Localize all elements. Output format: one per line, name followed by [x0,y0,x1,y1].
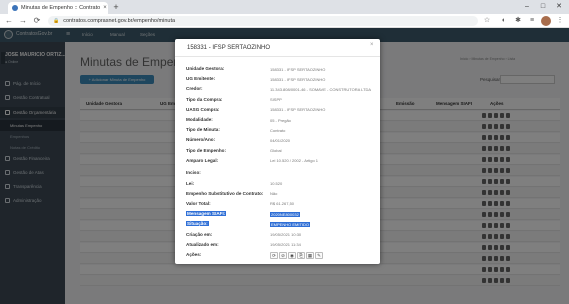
tab-close-icon[interactable]: × [103,5,107,11]
field-label: UASG Compra: [186,106,220,112]
bookmark-star-icon[interactable]: ☆ [482,16,492,26]
field-value-text: EMPENHO EMITIDO [270,221,311,227]
field-label: Inciso: [186,170,201,176]
field-value: 2020NE800032 [270,211,300,217]
field-value: 10.520 [270,181,282,186]
field-value-text: Global [270,148,282,154]
field-value: R$ 61.267,50 [270,201,294,206]
forward-icon[interactable]: → [18,16,28,26]
field-value: 19/05/2021 10:30 [270,232,301,237]
field-value-text: 158331 - IFSP SERTAOZINHO [270,107,326,113]
field-label: Lei: [186,180,195,186]
field-value: 11.343.808/0001-46 - SOMAVE - CONSTRUTOR… [270,87,371,92]
favicon-icon [12,5,18,11]
modal-action-button[interactable]: ⊘ [279,251,287,259]
field-label: UG Emitente: [186,76,216,82]
field-label: Credor: [186,86,203,92]
field-value-text: 19/05/2021 11:34 [270,242,301,248]
field-value: 158331 - IFSP SERTAOZINHO [270,67,325,72]
field-value: 158331 - IFSP SERTAOZINHO [270,77,325,82]
close-window-button[interactable]: ✕ [553,2,565,12]
url-text: contratos.comprasnet.gov.br/empenho/minu… [63,18,176,24]
tab-title: Minutas de Empenho :: Contrato [21,5,101,11]
modal-divider [175,56,380,57]
field-value-text: SISPP [270,97,282,103]
field-value-text: 158331 - IFSP SERTAOZINHO [270,76,326,82]
field-label: Criação em: [186,231,213,237]
field-value-text: 2020NE800032 [270,211,300,217]
field-value: 04/01/2020 [270,138,290,143]
modal-actions: ⟳ ⊘ ◉ ⎘ ▦ ✎ [270,251,323,259]
field-label: Unidade Gestora: [186,66,225,71]
field-label: Situação: [186,221,209,227]
field-value-text: 19/05/2021 10:30 [270,232,302,237]
field-label: Mensagem SIAFI: [186,211,227,217]
browser-tab[interactable]: Minutas de Empenho :: Contrato × [8,2,108,14]
extension-icon[interactable]: ◐ [499,16,509,26]
new-tab-button[interactable]: + [111,2,121,12]
lock-icon: 🔒 [53,18,60,24]
modal-action-button[interactable]: ✎ [315,251,323,259]
field-value: 05 - Pregão [270,118,291,123]
back-icon[interactable]: ← [4,16,14,26]
field-value: EMPENHO EMITIDO [270,221,311,227]
modal-title: 158331 - IFSP SERTAOZINHO [187,45,271,51]
field-value-text: 04/01/2020 [270,137,291,143]
field-label: Ações: [186,251,202,257]
modal-action-button[interactable]: ⟳ [270,251,278,259]
field-value-text: Contrato [270,127,286,133]
field-value: Lei 10.520 / 2002 - Artigo 1 [270,158,318,163]
field-label: Modalidade: [186,117,213,122]
modal-action-button[interactable]: ▦ [306,251,314,259]
address-bar[interactable]: 🔒 contratos.comprasnet.gov.br/empenho/mi… [48,16,478,26]
extensions-puzzle-icon[interactable]: ✱ [513,16,523,26]
field-label: Valor Total: [186,200,211,206]
field-label: Tipo da Compra: [186,96,223,102]
modal-action-button[interactable]: ◉ [288,251,296,259]
field-label: Tipo de Empenho: [186,147,226,153]
modal-action-button[interactable]: ⎘ [297,251,305,259]
field-value-text: Lei 10.520 / 2002 - Artigo 1 [270,158,319,164]
field-value: 19/05/2021 11:34 [270,242,301,247]
field-value: Contrato [270,128,285,133]
minimize-button[interactable]: – [521,2,533,12]
field-value: Global [270,148,282,153]
field-value: Não [270,191,277,196]
field-label: Empenho Substitutivo de Contrato: [186,190,264,196]
modal-close-icon[interactable]: × [370,42,374,48]
field-label: Tipo de Minuta: [186,127,220,133]
field-value: SISPP [270,97,282,102]
field-value-text: 10.520 [270,181,283,186]
field-value-text: Não [270,191,278,197]
field-value-text: 05 - Pregão [270,117,291,123]
field-value: 158331 - IFSP SERTAOZINHO [270,107,325,112]
field-value-text: 11.343.808/0001-46 - SOMAVE - CONSTRUTOR… [270,86,372,92]
field-value-text: R$ 61.267,50 [270,201,295,207]
field-label: Atualizado em: [186,241,219,247]
browser-menu-icon[interactable]: ⋮ [555,16,565,26]
profile-avatar[interactable] [541,16,551,26]
maximize-button[interactable]: □ [537,2,549,12]
reload-icon[interactable]: ⟳ [32,16,42,26]
field-value-text: 158331 - IFSP SERTAOZINHO [270,66,326,72]
field-label: Número/Ano: [186,137,216,143]
field-label: Amparo Legal: [186,157,219,163]
reading-list-icon[interactable]: ≡ [527,16,537,26]
